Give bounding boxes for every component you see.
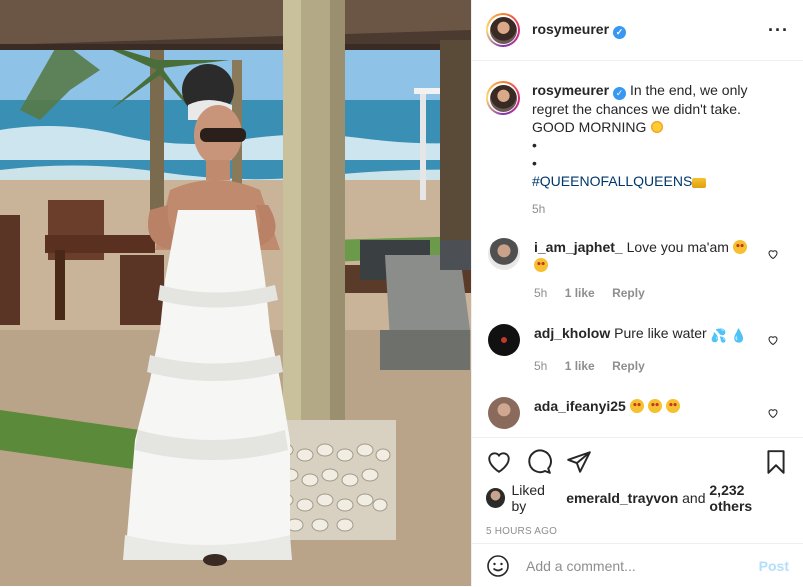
like-comment-heart-icon[interactable] (767, 248, 779, 260)
comment-text: Love you ma'am (626, 239, 729, 255)
verified-badge-icon: ✓ (613, 87, 627, 100)
crown-emoji-icon (692, 178, 707, 188)
likes-prefix: Liked by (511, 482, 545, 514)
star-struck-emoji-icon (665, 399, 680, 413)
commenter-avatar[interactable] (488, 324, 520, 356)
comment-username[interactable]: i_am_japhet_ (534, 239, 623, 255)
comment-likes[interactable]: 1 like (565, 359, 595, 373)
caption-bullet: • (532, 137, 537, 153)
comments-list[interactable]: rosymeurer ✓ In the end, we only regret t… (472, 61, 803, 437)
comment-item: adj_kholow Pure like water 💦 💧 5h 1 like… (472, 324, 803, 375)
liker-avatar[interactable] (486, 488, 506, 508)
add-comment-bar: Post (472, 543, 803, 587)
instagram-post: rosymeurer ✓ ··· rosymeurer ✓ In the end, … (0, 0, 803, 586)
comment-username[interactable]: adj_kholow (534, 325, 610, 341)
post-caption: rosymeurer ✓ In the end, we only regret t… (472, 61, 803, 218)
post-comment-button[interactable]: Post (759, 558, 789, 574)
comment-likes[interactable]: 1 like (565, 286, 595, 300)
comment-item: i_am_japhet_ Love you ma'am 5h 1 like Re… (472, 238, 803, 302)
author-username-text[interactable]: rosymeurer (532, 21, 609, 37)
caption-bullet: • (532, 155, 537, 171)
add-comment-input[interactable] (524, 556, 759, 575)
post-header: rosymeurer ✓ ··· (472, 0, 803, 61)
sweat-droplets-emoji-icon: 💦 (710, 328, 727, 343)
comment-item: ada_ifeanyi25 (472, 397, 803, 429)
caption-author-avatar[interactable] (486, 81, 520, 115)
caption-hashtag[interactable]: #QUEENOFALLQUEENS (532, 173, 692, 189)
comment-username[interactable]: ada_ifeanyi25 (534, 398, 626, 414)
post-timestamp[interactable]: 5 HOURS AGO (486, 526, 789, 537)
commenter-avatar[interactable] (488, 238, 520, 270)
emoji-picker-icon[interactable] (486, 554, 510, 578)
star-struck-emoji-icon (534, 258, 548, 272)
liker-username[interactable]: emerald_trayvon (566, 490, 678, 506)
droplet-emoji-icon: 💧 (730, 328, 747, 343)
caption-time[interactable]: 5h (532, 202, 545, 216)
save-bookmark-icon[interactable] (763, 449, 789, 475)
verified-badge-icon: ✓ (613, 26, 627, 39)
star-struck-emoji-icon (732, 240, 747, 254)
post-actions: Liked by emerald_trayvon and 2,232 other… (472, 437, 803, 537)
like-comment-heart-icon[interactable] (767, 334, 779, 346)
sun-emoji-icon (650, 120, 665, 134)
author-username[interactable]: rosymeurer ✓ (532, 21, 627, 39)
star-struck-emoji-icon (647, 399, 662, 413)
like-comment-heart-icon[interactable] (767, 407, 779, 419)
reply-button[interactable]: Reply (612, 359, 645, 373)
likes-count[interactable]: 2,232 others (709, 482, 789, 514)
comment-text: Pure like water (614, 325, 707, 341)
share-paper-plane-icon[interactable] (566, 449, 592, 475)
comment-time[interactable]: 5h (534, 359, 547, 373)
commenter-avatar[interactable] (488, 397, 520, 429)
likes-and: and (682, 490, 706, 506)
post-photo[interactable] (0, 0, 471, 586)
reply-button[interactable]: Reply (612, 286, 645, 300)
caption-username[interactable]: rosymeurer (532, 82, 609, 98)
more-options-icon[interactable]: ··· (768, 20, 789, 41)
post-side-panel: rosymeurer ✓ ··· rosymeurer ✓ In the end, … (471, 0, 803, 586)
comment-bubble-icon[interactable] (526, 449, 552, 475)
likes-summary: Liked by emerald_trayvon and 2,232 other… (486, 482, 789, 514)
author-avatar[interactable] (486, 13, 520, 47)
beach-photo (0, 0, 471, 586)
comment-time[interactable]: 5h (534, 286, 547, 300)
star-struck-emoji-icon (629, 399, 644, 413)
like-heart-icon[interactable] (486, 449, 512, 475)
